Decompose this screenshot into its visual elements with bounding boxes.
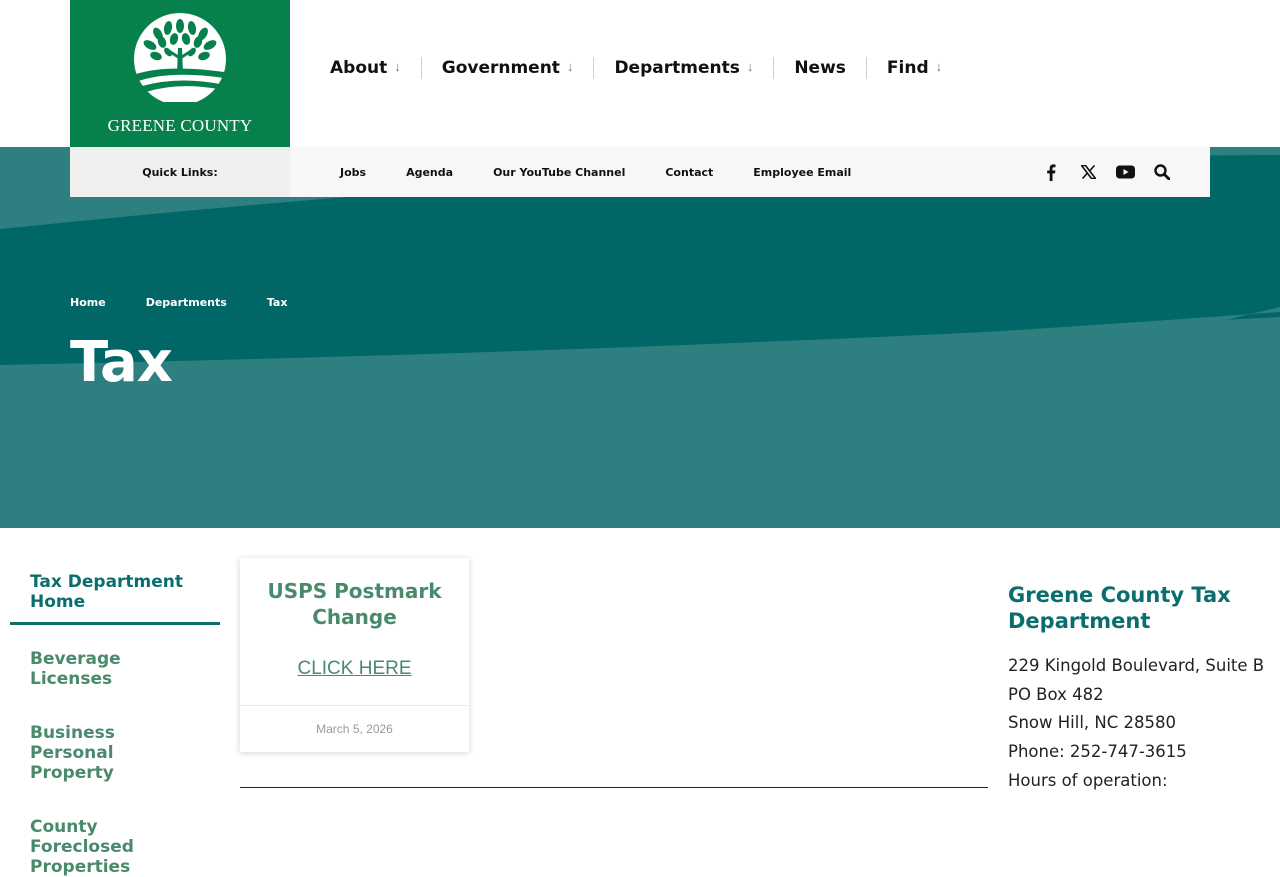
sidebar-item-county-foreclosed-properties[interactable]: County Foreclosed Properties [10,807,220,877]
arrow-down-icon: ↓ [935,59,943,74]
quick-link-contact[interactable]: Contact [665,166,713,179]
nav-label: About [330,58,388,78]
quick-link-youtube-channel[interactable]: Our YouTube Channel [493,166,625,179]
breadcrumb-current: Tax [266,296,288,309]
sidebar-item-tax-department-home[interactable]: Tax Department Home [10,562,220,612]
arrow-down-icon: ↓ [566,59,574,74]
sidebar-item-wrap: Beverage Licenses [10,639,220,689]
nav-item-find[interactable]: Find ↓ [867,57,962,79]
contact-address-line: 229 Kingold Boulevard, Suite B [1008,656,1265,675]
sidebar-item-wrap: County Foreclosed Properties [10,807,220,877]
quick-links-label: Quick Links: [142,165,218,179]
contact-phone: Phone: 252-747-3615 [1008,742,1187,762]
logo-text: GREENE COUNTY [107,116,253,135]
quick-links-label-box: Quick Links: [70,147,290,197]
search-icon[interactable] [1152,162,1172,182]
main-nav: About ↓ Government ↓ Departments ↓ News … [310,56,962,80]
quick-link-jobs[interactable]: Jobs [340,166,366,179]
sidebar-nav: Tax Department Home Beverage Licenses Bu… [10,562,220,877]
site-header: GREENE COUNTY About ↓ Government ↓ Depar… [0,0,1280,147]
contact-po-box: PO Box 482 [1008,684,1104,704]
hero-wave-background [0,147,1280,528]
facebook-icon[interactable] [1041,162,1061,182]
sidebar-item-beverage-licenses[interactable]: Beverage Licenses [10,639,220,689]
youtube-icon[interactable] [1115,162,1135,182]
tree-logo-icon [134,13,226,102]
contact-hours-label: Hours of operation: [1008,770,1168,790]
breadcrumb: Home Departments Tax [70,296,327,309]
contact-title: Greene County Tax Department [1008,583,1231,633]
arrow-down-icon: ↓ [746,59,754,74]
social-icons [1024,147,1172,197]
nav-label: Departments [614,58,740,78]
sidebar-item-wrap: Business Personal Property [10,713,220,783]
site-logo[interactable]: GREENE COUNTY [70,0,290,147]
quick-link-employee-email[interactable]: Employee Email [753,166,851,179]
nav-label: Find [886,58,929,78]
nav-label: News [794,58,846,78]
card-date: March 5, 2026 [240,705,469,752]
content-divider [240,787,988,788]
quick-links-list: Jobs Agenda Our YouTube Channel Contact … [340,147,891,197]
nav-label: Government [441,58,560,78]
arrow-down-icon: ↓ [394,59,401,74]
page-title: Tax [70,330,173,395]
contact-lines: 229 Kingold Boulevard, Suite B PO Box 48… [1008,652,1280,796]
contact-city: Snow Hill, NC 28580 [1008,713,1177,733]
hero-banner [0,147,1280,528]
sidebar-item-wrap: Tax Department Home [10,562,220,625]
breadcrumb-home[interactable]: Home [70,296,106,309]
x-twitter-icon[interactable] [1078,162,1098,182]
sidebar-item-business-personal-property[interactable]: Business Personal Property [10,713,220,783]
nav-item-government[interactable]: Government ↓ [422,57,595,79]
nav-item-news[interactable]: News [774,57,867,79]
breadcrumb-departments[interactable]: Departments [146,296,227,309]
news-card: USPS Postmark Change CLICK HERE March 5,… [240,558,469,752]
quick-link-agenda[interactable]: Agenda [406,166,453,179]
card-title: USPS Postmark Change [267,579,442,629]
nav-item-departments[interactable]: Departments ↓ [594,57,775,79]
contact-info: Greene County Tax Department 229 Kingold… [1008,582,1280,796]
quick-links-bar: Quick Links: Jobs Agenda Our YouTube Cha… [70,147,1210,197]
card-click-here-link[interactable]: CLICK HERE [240,658,469,680]
nav-item-about[interactable]: About ↓ [310,57,422,79]
